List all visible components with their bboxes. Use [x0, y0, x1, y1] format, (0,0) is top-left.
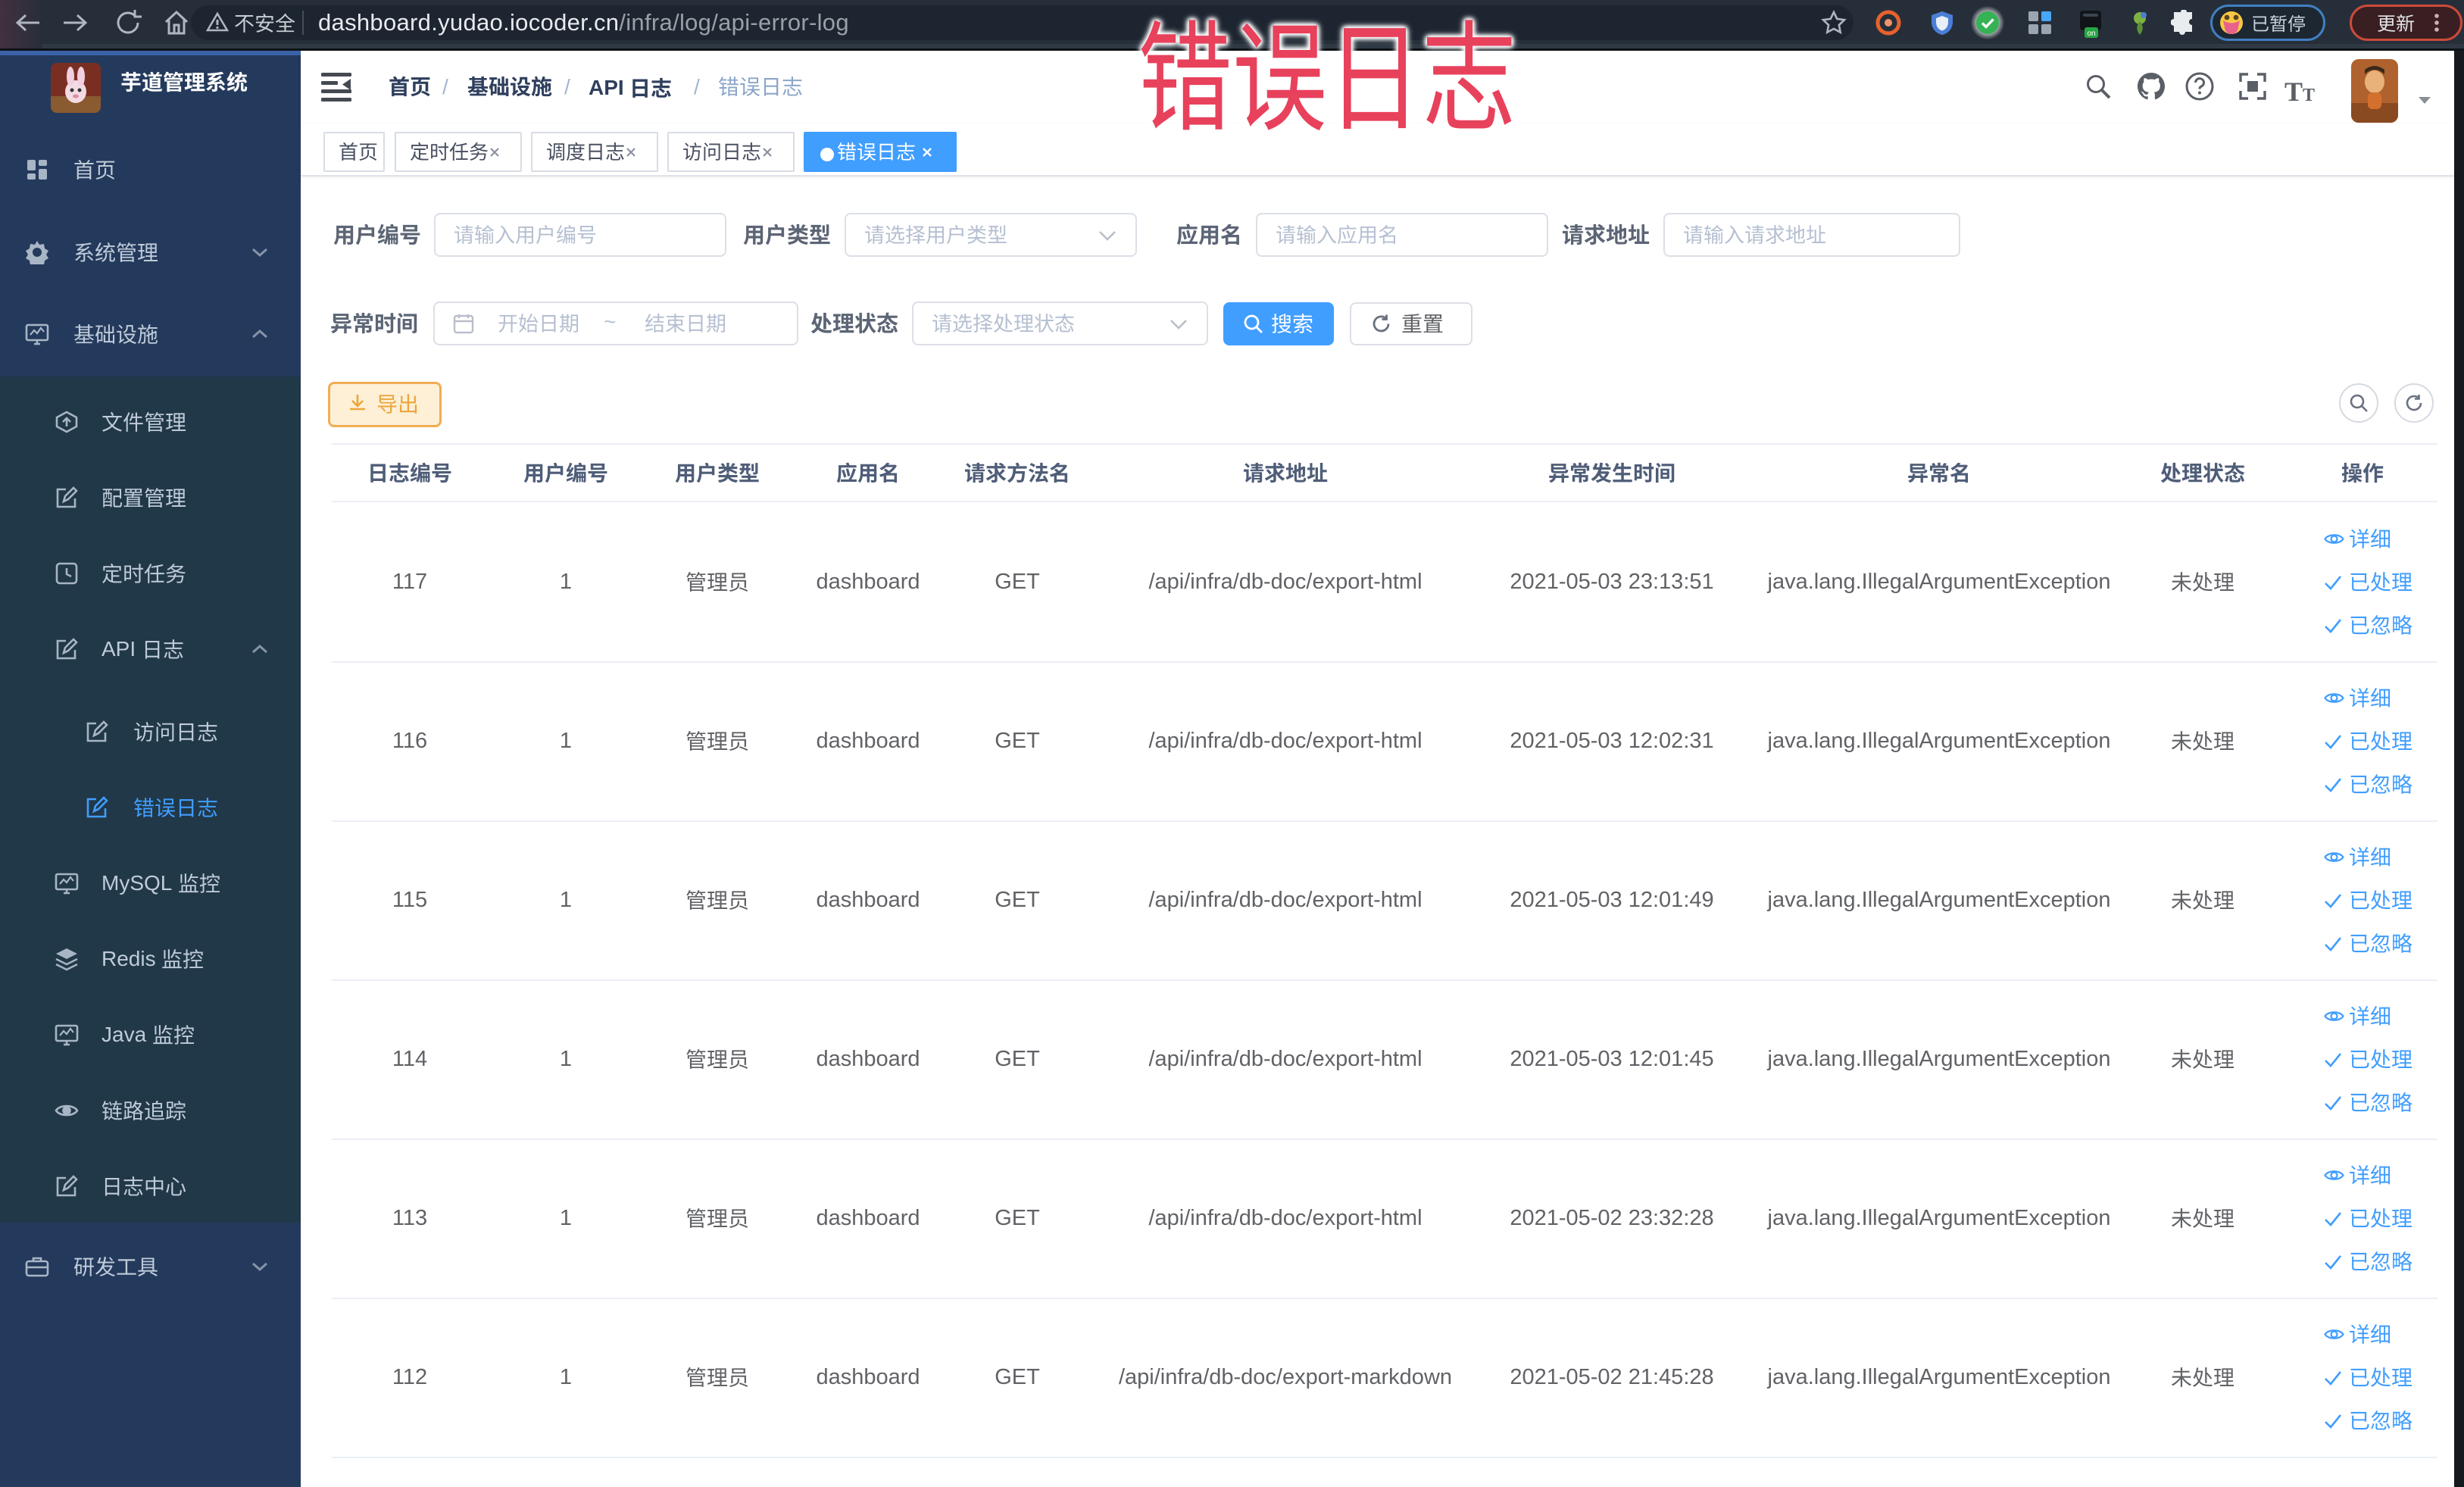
svg-text:on: on: [2087, 30, 2095, 38]
